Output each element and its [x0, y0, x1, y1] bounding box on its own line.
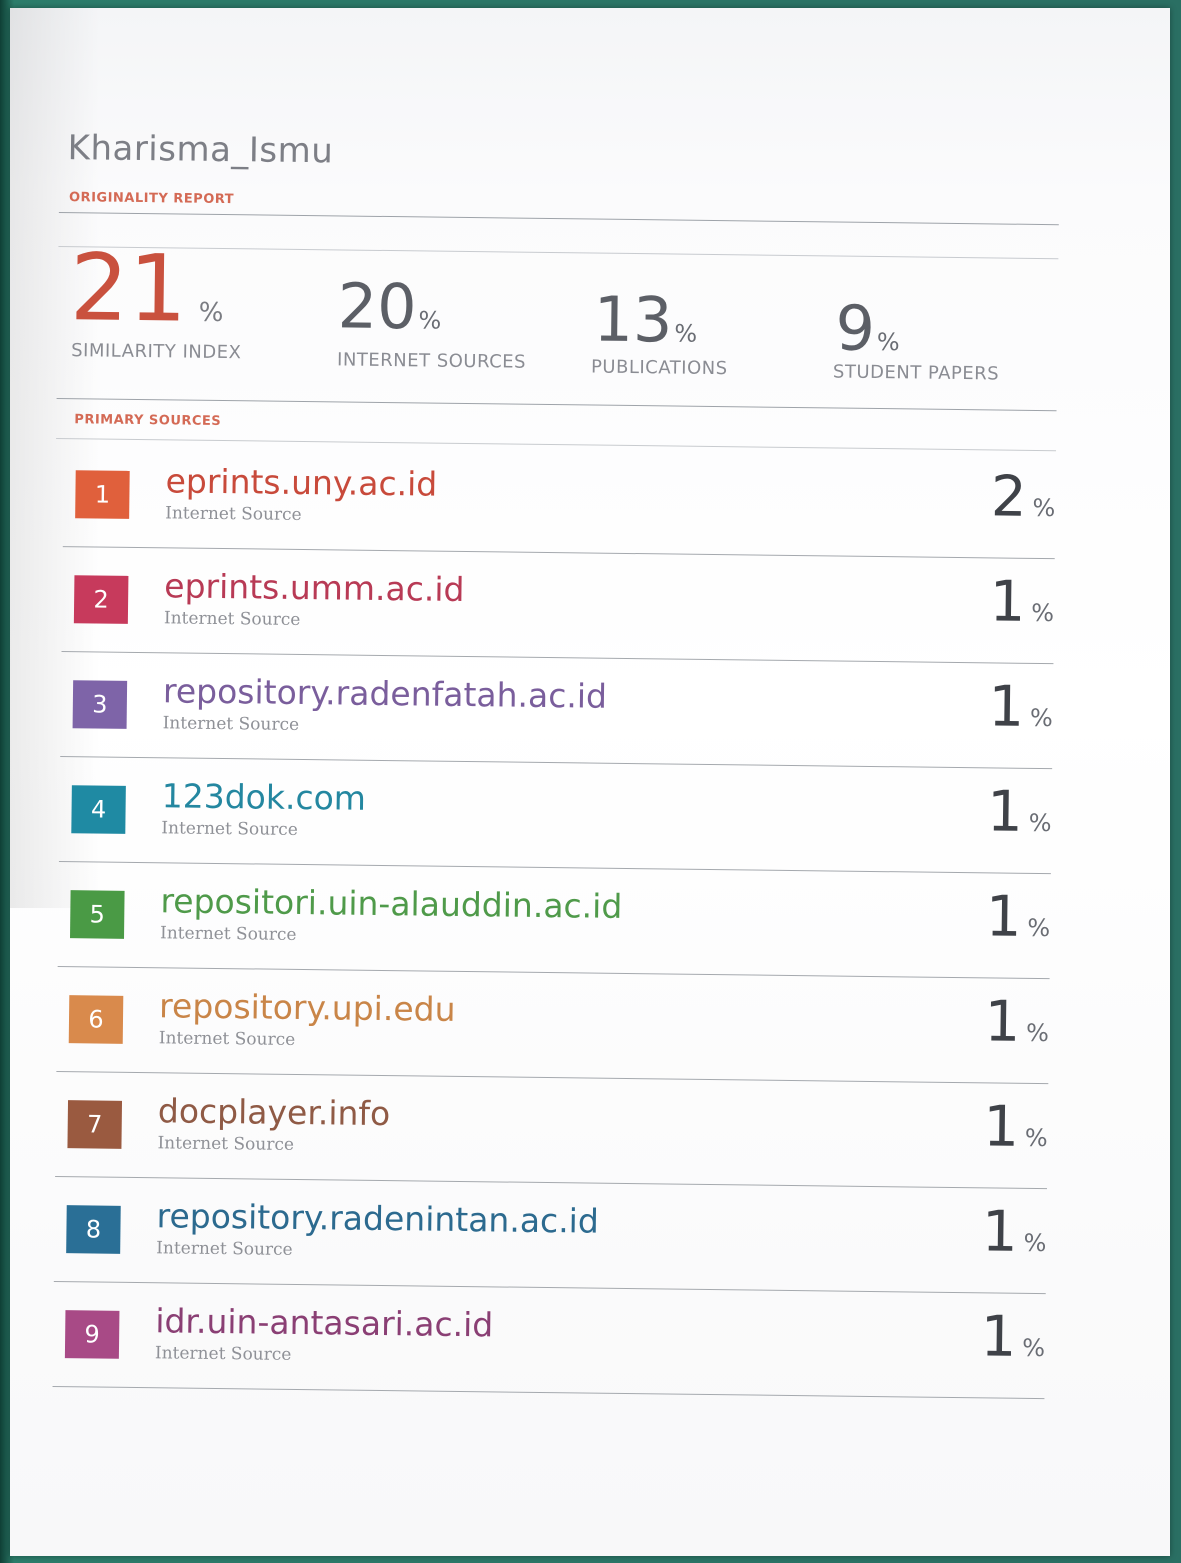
source-type: Internet Source — [162, 713, 300, 735]
source-type: Internet Source — [158, 1028, 296, 1050]
source-percentage: 1% — [982, 1199, 1047, 1264]
source-percentage-number: 1 — [988, 674, 1025, 740]
source-type: Internet Source — [165, 503, 302, 525]
source-type: Internet Source — [159, 923, 297, 945]
source-rank-badge: 2 — [73, 575, 129, 624]
student-papers-label: STUDENT PAPERS — [832, 361, 1000, 385]
source-name: docplayer.info — [157, 1091, 391, 1134]
primary-sources-label: PRIMARY SOURCES — [74, 412, 222, 429]
publications-label: PUBLICATIONS — [590, 356, 728, 380]
source-type: Internet Source — [157, 1133, 295, 1155]
document-title: Kharisma_Ismu — [67, 128, 334, 172]
similarity-index-label: SIMILARITY INDEX — [71, 340, 242, 364]
similarity-index-value: 21% — [69, 234, 224, 342]
source-rank-badge: 5 — [70, 890, 125, 939]
source-row-1: 1 eprints.uny.ac.id Internet Source 2% — [55, 442, 1056, 560]
source-name: eprints.uny.ac.id — [165, 461, 438, 504]
source-percentage: 2% — [991, 464, 1056, 529]
source-percentage: 1% — [984, 989, 1050, 1054]
source-row-7: 7 docplayer.info Internet Source 1% — [47, 1072, 1048, 1190]
source-percentage-number: 1 — [986, 779, 1024, 845]
source-name: 123dok.com — [161, 776, 367, 818]
source-rank-badge: 1 — [75, 470, 130, 519]
source-percentage-number: 1 — [984, 989, 1021, 1055]
source-percentage-unit: % — [1025, 1018, 1050, 1048]
source-row-2: 2 eprints.umm.ac.id Internet Source 1% — [54, 547, 1055, 665]
source-percentage: 1% — [989, 569, 1055, 634]
source-percentage-unit: % — [1024, 1123, 1048, 1153]
source-percentage-number: 1 — [982, 1094, 1020, 1160]
student-papers-value: 9% — [835, 291, 900, 364]
source-row-8: 8 repository.radenintan.ac.id Internet S… — [46, 1177, 1047, 1295]
source-row-4: 4 123dok.com Internet Source 1% — [51, 757, 1052, 875]
source-percentage-unit: % — [1031, 598, 1055, 628]
source-rank-badge: 4 — [71, 785, 126, 834]
originality-report-label: ORIGINALITY REPORT — [68, 190, 235, 208]
publications-number: 13 — [593, 282, 673, 357]
student-papers-number: 9 — [835, 291, 876, 365]
source-percentage-unit: % — [1029, 703, 1053, 733]
source-percentage-number: 1 — [985, 884, 1022, 950]
source-type: Internet Source — [154, 1343, 292, 1365]
source-percentage: 1% — [985, 884, 1051, 949]
source-row-9: 9 idr.uin-antasari.ac.id Internet Source… — [45, 1282, 1046, 1400]
source-row-3: 3 repository.radenfatah.ac.id Internet S… — [52, 652, 1053, 770]
source-percentage: 1% — [988, 674, 1053, 739]
source-row-6: 6 repository.upi.edu Internet Source 1% — [48, 967, 1050, 1085]
source-name: repository.radenfatah.ac.id — [162, 671, 608, 716]
source-percentage-unit: % — [1028, 808, 1052, 838]
source-percentage-number: 1 — [981, 1199, 1019, 1265]
source-type: Internet Source — [156, 1238, 293, 1260]
student-papers-unit: % — [876, 327, 900, 357]
source-percentage-number: 2 — [990, 464, 1028, 530]
source-name: eprints.umm.ac.id — [164, 566, 465, 609]
source-percentage-unit: % — [1022, 1333, 1046, 1363]
source-type: Internet Source — [161, 818, 298, 840]
similarity-index-unit: % — [198, 297, 224, 329]
internet-sources-label: INTERNET SOURCES — [336, 349, 527, 373]
source-rank-badge: 6 — [68, 995, 124, 1044]
source-percentage-unit: % — [1027, 913, 1051, 943]
similarity-index-number: 21 — [69, 234, 188, 343]
source-type: Internet Source — [163, 608, 301, 630]
source-name: repositori.uin-alauddin.ac.id — [160, 881, 623, 926]
source-row-5: 5 repositori.uin-alauddin.ac.id Internet… — [50, 862, 1051, 980]
source-rank-badge: 3 — [72, 680, 128, 729]
internet-sources-unit: % — [418, 306, 442, 335]
source-rank-badge: 8 — [66, 1205, 121, 1254]
source-name: repository.upi.edu — [158, 986, 456, 1029]
internet-sources-number: 20 — [337, 269, 418, 344]
publications-value: 13% — [593, 283, 698, 357]
source-percentage: 1% — [980, 1304, 1046, 1369]
source-percentage-number: 1 — [989, 569, 1026, 635]
source-percentage-number: 1 — [980, 1304, 1017, 1370]
source-name: idr.uin-antasari.ac.id — [155, 1301, 494, 1345]
source-percentage: 1% — [983, 1094, 1048, 1159]
source-rank-badge: 7 — [67, 1100, 123, 1149]
source-percentage-unit: % — [1032, 493, 1056, 523]
source-rank-badge: 9 — [64, 1310, 120, 1359]
internet-sources-value: 20% — [337, 269, 442, 343]
source-percentage-unit: % — [1023, 1228, 1047, 1258]
publications-unit: % — [674, 319, 698, 348]
source-percentage: 1% — [987, 779, 1052, 844]
source-name: repository.radenintan.ac.id — [156, 1196, 600, 1241]
